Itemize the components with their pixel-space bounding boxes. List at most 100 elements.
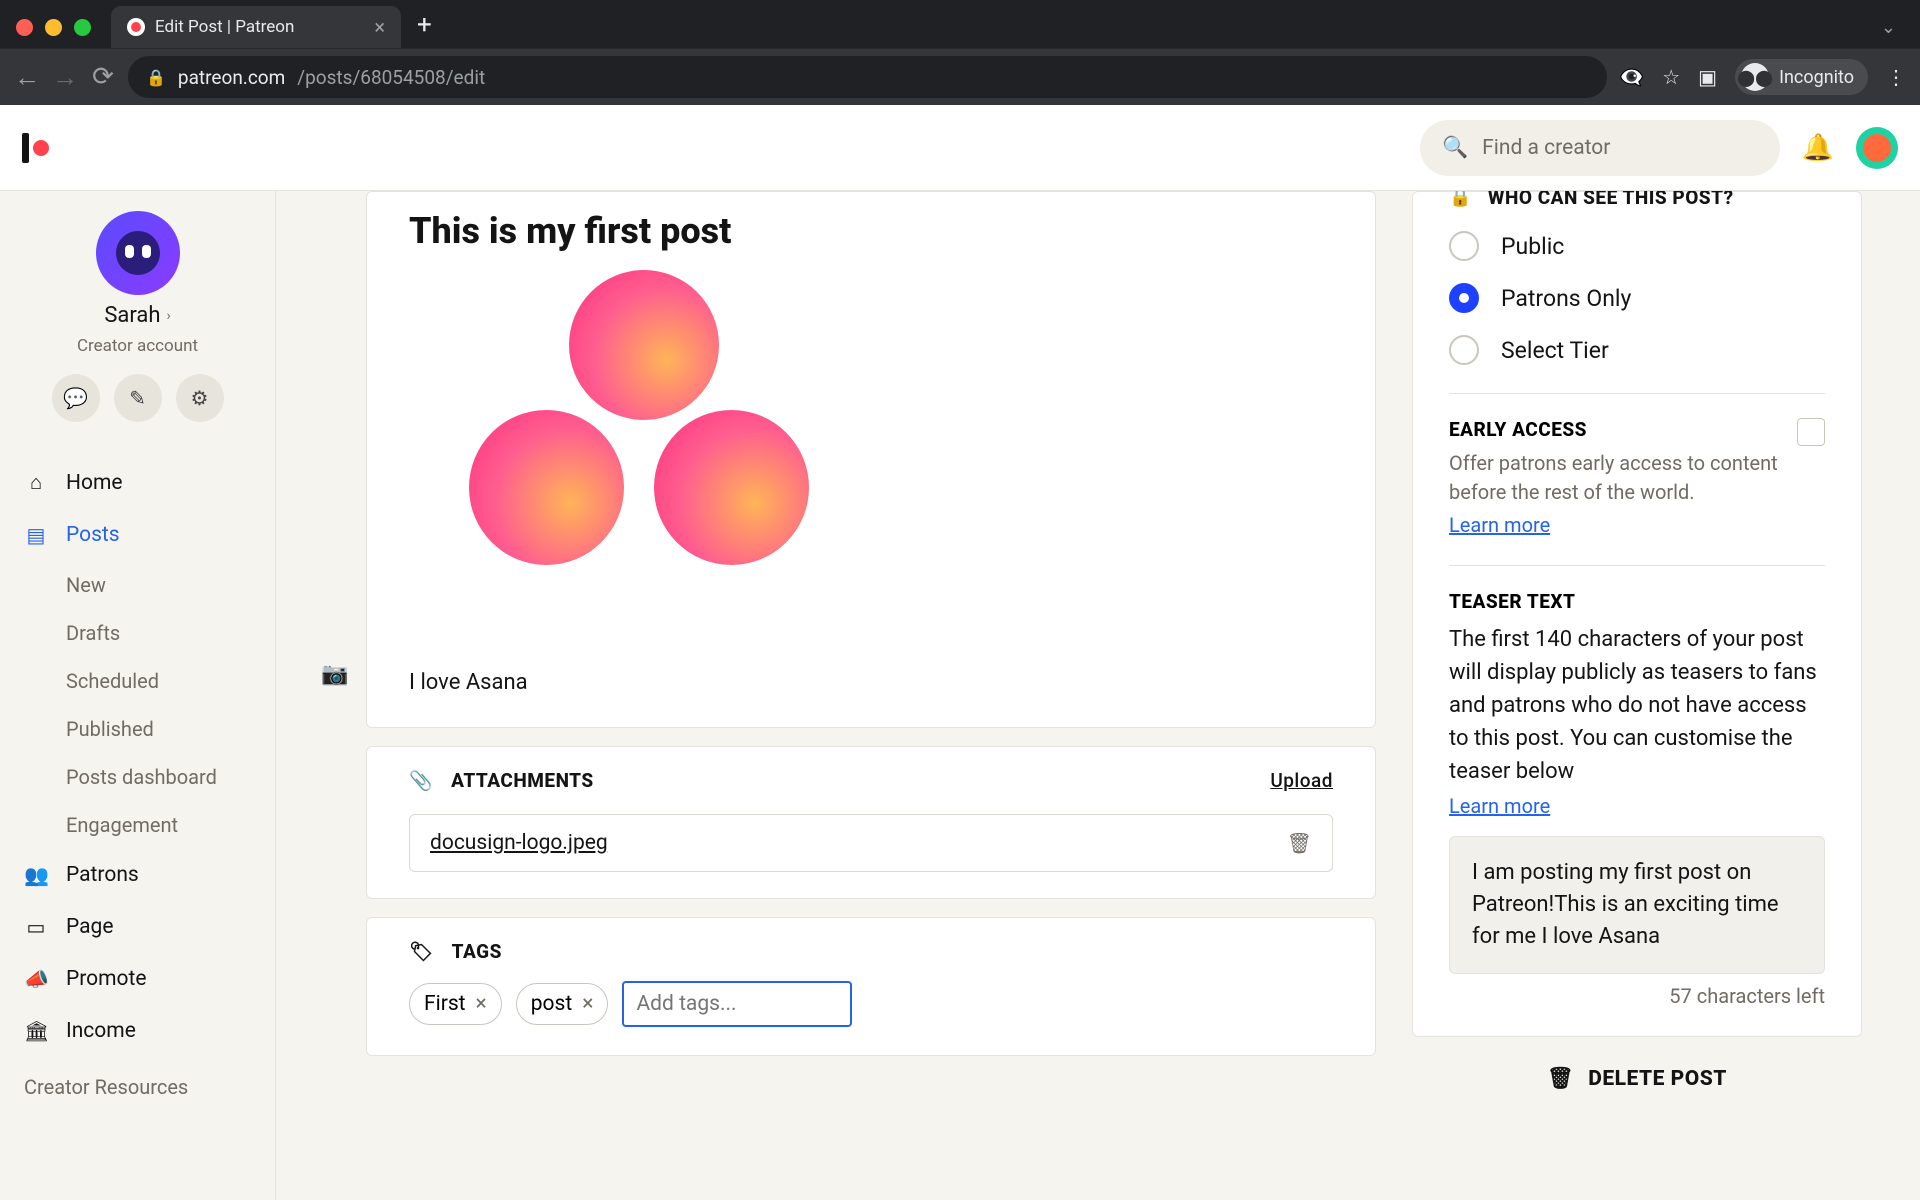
incognito-icon: ⬤⬤ <box>1741 63 1769 91</box>
post-settings-card: 🔒 WHO CAN SEE THIS POST? Public Patrons … <box>1412 191 1862 1037</box>
sidebar-item-page[interactable]: ▭ Page <box>0 901 275 953</box>
divider <box>1449 565 1825 566</box>
sidebar-item-income[interactable]: 🏛 Income <box>0 1005 275 1057</box>
eye-off-icon[interactable]: 👁️‍🗨️ <box>1619 65 1644 89</box>
patreon-logo[interactable] <box>22 133 49 163</box>
divider <box>1449 393 1825 394</box>
sidebar-item-home[interactable]: ⌂ Home <box>0 456 275 509</box>
radio-icon <box>1449 335 1479 365</box>
settings-button[interactable]: ⚙ <box>176 374 224 422</box>
search-input[interactable]: 🔍 Find a creator <box>1420 120 1780 176</box>
avatar-face-icon <box>116 231 160 275</box>
camera-icon[interactable]: 📷 <box>321 662 348 687</box>
tab-title: Edit Post | Patreon <box>155 17 294 37</box>
new-tab-button[interactable]: + <box>417 10 432 40</box>
reload-button[interactable]: ⟳ <box>90 62 116 92</box>
url-host: patreon.com <box>178 66 285 89</box>
sidebar-subitem-engagement[interactable]: Engagement <box>0 801 275 849</box>
chat-button[interactable]: 💬 <box>52 374 100 422</box>
sidebar-item-patrons[interactable]: 👥 Patrons <box>0 849 275 901</box>
sidebar-item-label: Page <box>66 915 114 939</box>
profile-block: Sarah › Creator account 💬 ✎ ⚙ <box>0 199 275 428</box>
tag-chip[interactable]: First × <box>409 983 502 1025</box>
early-access-description: Offer patrons early access to content be… <box>1449 449 1797 507</box>
sidebar-subitem-drafts[interactable]: Drafts <box>0 609 275 657</box>
tab-strip: Edit Post | Patreon × + ⌄ <box>0 0 1920 48</box>
panel-icon[interactable]: ▣ <box>1698 65 1717 89</box>
visibility-option-public[interactable]: Public <box>1449 231 1825 261</box>
tabs-menu-icon[interactable]: ⌄ <box>1881 17 1896 38</box>
post-body-text[interactable]: I love Asana <box>409 670 1333 695</box>
window-controls <box>16 19 91 36</box>
app-header: 🔍 Find a creator 🔔 <box>0 105 1920 191</box>
incognito-badge[interactable]: ⬤⬤ Incognito <box>1735 59 1868 95</box>
sidebar-item-label: Income <box>66 1019 136 1043</box>
tags-card: 🏷 TAGS First × post × <box>366 917 1376 1056</box>
browser-tab[interactable]: Edit Post | Patreon × <box>111 6 401 48</box>
settings-column: 🔒 WHO CAN SEE THIS POST? Public Patrons … <box>1412 191 1862 1200</box>
gear-icon: ⚙ <box>191 386 209 410</box>
attachment-row: docusign-logo.jpeg 🗑 <box>409 814 1333 872</box>
window-close-icon[interactable] <box>16 19 33 36</box>
editor-column: 📷 This is my first post I love Asana 📎 <box>366 191 1376 1200</box>
visibility-heading: WHO CAN SEE THIS POST? <box>1488 191 1734 209</box>
tag-remove-icon[interactable]: × <box>476 992 487 1016</box>
delete-post-button[interactable]: 🗑 DELETE POST <box>1412 1067 1862 1091</box>
sidebar-footer-resources[interactable]: Creator Resources <box>0 1057 275 1117</box>
kebab-menu-icon[interactable]: ⋮ <box>1886 65 1906 89</box>
paperclip-icon: 📎 <box>409 769 433 792</box>
app-root: 🔍 Find a creator 🔔 Sarah › Creator accou… <box>0 105 1920 1200</box>
early-access-checkbox[interactable] <box>1797 418 1825 446</box>
sidebar-item-promote[interactable]: 📣 Promote <box>0 953 275 1005</box>
bank-icon: 🏛 <box>24 1019 48 1043</box>
chevron-right-icon: › <box>166 308 170 324</box>
bell-icon: 🔔 <box>1802 133 1834 163</box>
tags-heading: TAGS <box>452 940 502 963</box>
upload-button[interactable]: Upload <box>1270 769 1333 792</box>
sidebar-subitem-scheduled[interactable]: Scheduled <box>0 657 275 705</box>
logo-dot-icon <box>33 140 49 156</box>
visibility-option-tier[interactable]: Select Tier <box>1449 335 1825 365</box>
browser-chrome: Edit Post | Patreon × + ⌄ ← → ⟳ 🔒 patreo… <box>0 0 1920 105</box>
tag-input[interactable] <box>622 981 852 1027</box>
account-avatar[interactable] <box>1856 127 1898 169</box>
sidebar-item-posts[interactable]: ▤ Posts <box>0 509 275 561</box>
attachment-delete-button[interactable]: 🗑 <box>1287 831 1312 855</box>
profile-name[interactable]: Sarah › <box>104 303 170 328</box>
browser-toolbar: ← → ⟳ 🔒 patreon.com/posts/68054508/edit … <box>0 48 1920 105</box>
search-placeholder: Find a creator <box>1482 136 1610 160</box>
early-access-learn-more[interactable]: Learn more <box>1449 513 1550 537</box>
teaser-textarea[interactable]: I am posting my first post on Patreon!Th… <box>1449 836 1825 974</box>
sidebar-subitem-new[interactable]: New <box>0 561 275 609</box>
sidebar-subitem-published[interactable]: Published <box>0 705 275 753</box>
window-maximize-icon[interactable] <box>74 19 91 36</box>
creator-avatar[interactable] <box>96 211 180 295</box>
window-minimize-icon[interactable] <box>45 19 62 36</box>
sidebar-item-label: Home <box>66 471 123 495</box>
patrons-icon: 👥 <box>24 863 48 887</box>
quick-actions: 💬 ✎ ⚙ <box>52 374 224 422</box>
early-access-heading: EARLY ACCESS <box>1449 418 1797 441</box>
visibility-option-patrons[interactable]: Patrons Only <box>1449 283 1825 313</box>
post-image <box>469 270 819 570</box>
back-button[interactable]: ← <box>14 62 40 93</box>
post-title[interactable]: This is my first post <box>409 210 1333 252</box>
tab-close-icon[interactable]: × <box>374 15 385 39</box>
teaser-learn-more[interactable]: Learn more <box>1449 794 1550 818</box>
patreon-favicon-icon <box>127 18 145 36</box>
tag-remove-icon[interactable]: × <box>582 992 593 1016</box>
teaser-description: The first 140 characters of your post wi… <box>1449 623 1825 788</box>
visibility-option-label: Public <box>1501 233 1564 260</box>
tag-chip[interactable]: post × <box>516 983 609 1025</box>
trash-icon: 🗑 <box>1547 1067 1574 1091</box>
notifications-button[interactable]: 🔔 <box>1798 128 1838 168</box>
early-access-row: EARLY ACCESS Offer patrons early access … <box>1449 418 1825 537</box>
compose-button[interactable]: ✎ <box>114 374 162 422</box>
address-bar[interactable]: 🔒 patreon.com/posts/68054508/edit <box>128 56 1607 98</box>
attachment-filename[interactable]: docusign-logo.jpeg <box>430 831 608 855</box>
sidebar-subitem-dashboard[interactable]: Posts dashboard <box>0 753 275 801</box>
star-icon[interactable]: ☆ <box>1662 65 1680 89</box>
megaphone-icon: 📣 <box>24 967 48 991</box>
visibility-option-label: Select Tier <box>1501 337 1609 364</box>
forward-button: → <box>52 62 78 93</box>
